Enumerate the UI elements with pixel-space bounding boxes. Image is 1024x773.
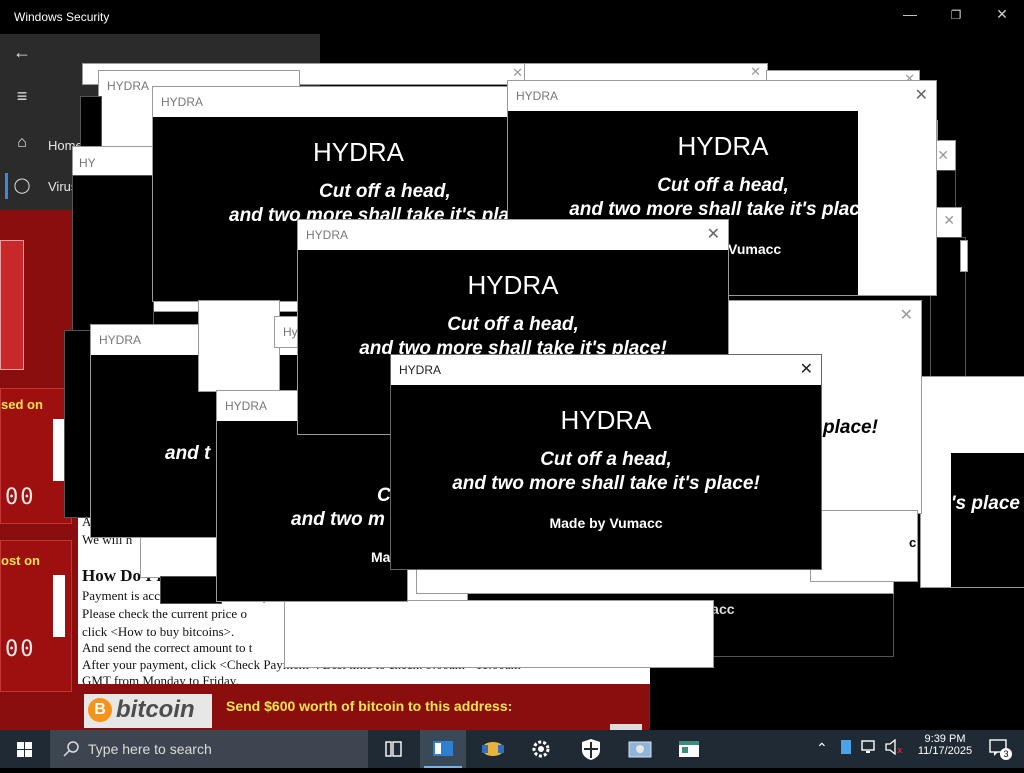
bitcoin-coin-icon: B (88, 698, 112, 722)
close-icon[interactable]: ✕ (750, 64, 761, 80)
popup-line-1: Cut off a head, (657, 175, 789, 196)
popup-title: HYDRA (306, 228, 349, 242)
restore-icon[interactable]: ❐ (942, 8, 970, 22)
bitcoin-word: bitcoin (116, 696, 195, 723)
popup-title: HYDRA (107, 79, 150, 93)
close-icon[interactable]: ✕ (800, 359, 813, 379)
notification-center-icon[interactable]: 3 (988, 738, 1012, 760)
hydra-popup-window-active: HYDRA ✕ HYDRA Cut off a head, and two mo… (390, 354, 822, 570)
popup-title: HYDRA (161, 95, 204, 109)
payment-raised-box: sed on 00 (0, 388, 72, 524)
close-icon[interactable]: ✕ (915, 85, 928, 105)
popup-title: Hy (283, 325, 298, 339)
taskbar-search-box[interactable]: Type here to search (50, 730, 368, 768)
taskbar: Type here to search ⌃ x 9:39 PM 11/17/20… (0, 730, 1024, 768)
bitcoin-logo: B bitcoin (84, 694, 212, 728)
popup-title: HYDRA (399, 363, 442, 377)
settings-icon[interactable] (518, 730, 564, 768)
chevron-up-icon[interactable]: ⌃ (816, 740, 828, 757)
popup-title: HY (79, 156, 96, 170)
send-bitcoin-instruction: Send $600 worth of bitcoin to this addre… (226, 698, 513, 714)
popup-line-1: Cut off a head, (540, 449, 672, 470)
task-view-icon[interactable] (370, 730, 416, 768)
home-icon: ⌂ (17, 134, 27, 151)
search-placeholder: Type here to search (88, 741, 212, 757)
popup-fragment: and two m (291, 509, 385, 530)
files-lost-label: ost on (1, 553, 40, 568)
popup-line-1: Cut off a head, (447, 314, 579, 335)
svg-text:x: x (897, 746, 903, 755)
ransom-footer: B bitcoin Send $600 worth of bitcoin to … (78, 684, 650, 730)
popup-credit: Vumacc (728, 241, 782, 257)
close-icon[interactable]: ✕ (900, 305, 913, 325)
hydra-window-frame: HY (72, 146, 154, 178)
popup-heading: HYDRA (313, 137, 405, 167)
ransom-line-4: And send the correct amount to t (82, 640, 253, 655)
image-viewer-icon[interactable] (618, 730, 664, 768)
tablet-icon[interactable] (840, 739, 852, 758)
popup-title: HYDRA (516, 89, 559, 103)
hydra-window-frame: 's place (920, 376, 1024, 588)
window-app-icon[interactable] (666, 730, 712, 768)
close-icon[interactable]: ✕ (707, 224, 720, 244)
handshake-icon[interactable] (470, 730, 516, 768)
countdown-timer-2: 00 (5, 637, 36, 662)
popup-fragment: c (909, 535, 917, 550)
payment-raised-label: sed on (1, 397, 43, 412)
close-window-icon[interactable]: ✕ (988, 6, 1016, 23)
hamburger-icon[interactable]: ≡ (10, 86, 34, 107)
window-title: Windows Security (14, 10, 110, 24)
volume-muted-icon[interactable]: x (884, 738, 904, 758)
security-app-icon[interactable] (420, 730, 466, 768)
popup-heading: HYDRA (467, 270, 559, 300)
popup-fragment: place! (823, 417, 878, 438)
shield-app-icon[interactable] (568, 730, 614, 768)
ransom-line-2: Please check the current price o (82, 606, 247, 621)
search-icon (63, 741, 79, 757)
clock-date: 11/17/2025 (917, 745, 973, 757)
popup-line-2: and two more shall take it's place! (452, 473, 760, 494)
popup-fragment: Ma (371, 549, 391, 565)
popup-heading: HYDRA (560, 405, 652, 435)
ransom-lock-image (0, 240, 24, 370)
windows-logo-icon (17, 742, 32, 757)
popup-fragment: 's place (951, 493, 1020, 514)
popup-fragment: and t (165, 443, 211, 464)
shield-icon: ◯ (13, 177, 31, 194)
minimize-icon[interactable]: — (896, 6, 924, 22)
countdown-timer-1: 00 (5, 485, 36, 510)
back-arrow-icon[interactable]: ← (10, 42, 34, 63)
nav-selection-indicator (5, 173, 8, 199)
ransom-line-3: click <How to buy bitcoins>. (82, 624, 235, 639)
start-button[interactable] (0, 730, 50, 768)
close-icon[interactable]: ✕ (943, 212, 955, 229)
taskbar-clock[interactable]: 9:39 PM 11/17/2025 (914, 733, 976, 757)
network-icon[interactable] (860, 739, 878, 758)
close-icon[interactable]: ✕ (937, 147, 949, 164)
clock-time: 9:39 PM (924, 733, 966, 745)
popup-line-1: Cut off a head, (319, 181, 451, 202)
popup-credit: Made by Vumacc (549, 515, 663, 531)
files-lost-box: ost on 00 (0, 540, 72, 692)
popup-title: HYDRA (99, 333, 142, 347)
close-icon[interactable]: ✕ (512, 65, 523, 81)
popup-heading: HYDRA (677, 131, 769, 161)
notification-count-badge: 3 (1000, 748, 1012, 760)
popup-title: HYDRA (225, 399, 268, 413)
windows-security-titlebar: Windows Security — ❐ ✕ (0, 0, 1024, 34)
popup-fragment: C (377, 485, 391, 506)
popup-line-2: and two more shall take it's place! (569, 199, 877, 220)
